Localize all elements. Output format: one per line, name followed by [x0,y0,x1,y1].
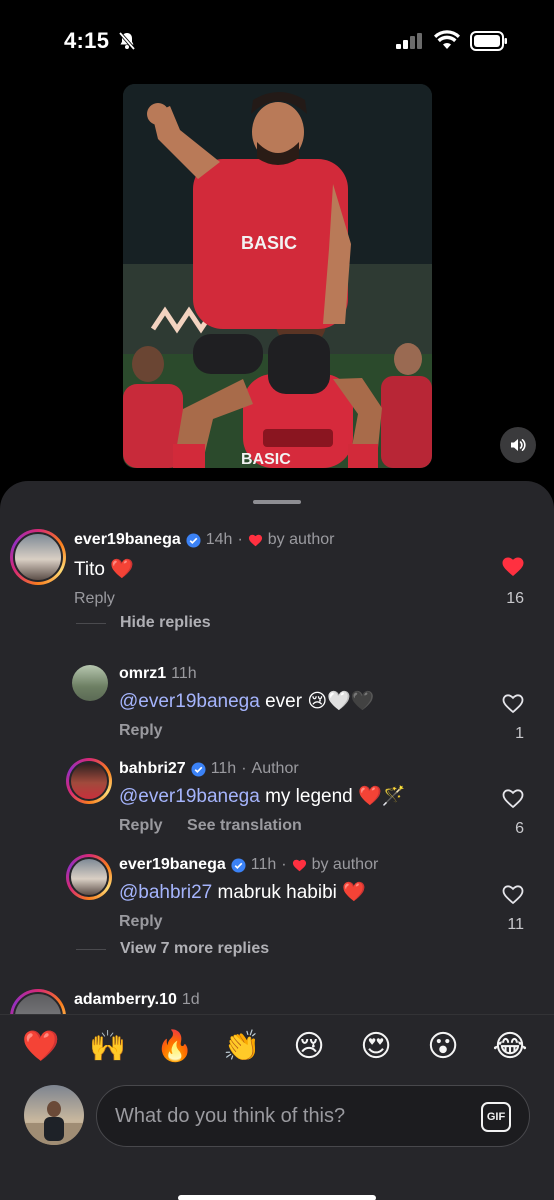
emoji-laughing-button[interactable]: 😂 [490,1029,530,1064]
like-button[interactable] [500,692,526,719]
post-media[interactable]: BASIC BASIC [123,84,432,468]
like-button[interactable] [500,555,526,582]
hide-replies-button[interactable]: Hide replies [120,614,211,632]
mention-link[interactable]: @ever19banega [119,691,260,712]
sound-toggle-button[interactable] [500,427,536,463]
like-button[interactable] [500,883,526,910]
heart-filled-icon [292,859,306,872]
emoji-heart-button[interactable]: ❤️ [21,1029,61,1064]
battery-icon [470,31,507,51]
avatar[interactable] [66,854,112,900]
like-count: 11 [507,916,524,933]
sheet-drag-handle[interactable] [253,500,301,504]
mention-link[interactable]: @bahbri27 [119,882,212,903]
author-like-tag: by author [311,856,379,873]
comment-time: 11h [171,665,197,682]
emoji-clap-button[interactable]: 👏 [222,1029,262,1064]
thread-divider [76,949,106,950]
signal-icon [396,33,422,49]
wifi-icon [434,30,460,49]
comment-time: 1d [181,991,200,1008]
reply-button[interactable]: Reply [119,817,163,834]
author-like-tag: by author [267,531,335,548]
emoji-raised-hands-button[interactable]: 🙌 [88,1029,128,1064]
comment-username[interactable]: ever19banega [74,531,181,549]
comment-input-container: GIF [96,1085,530,1147]
comment-meta: bahbri27 11h · Author [119,760,299,778]
comment-meta: ever19banega 11h · by author [119,856,378,874]
current-user-avatar [24,1085,84,1145]
comment-username[interactable]: omrz1 [119,665,166,683]
emoji-cry-button[interactable]: 😢 [289,1029,329,1064]
comment-text: @bahbri27 mabruk habibi ❤️ [119,880,366,904]
comment-meta: ever19banega 14h · by author [74,531,334,549]
like-button[interactable] [500,787,526,814]
comment-body: mabruk habibi ❤️ [212,882,366,903]
comment-actions: Reply [119,913,183,931]
comment-time: 14h [205,531,233,548]
comment-actions: Reply [119,722,183,740]
meta-separator: · [237,531,243,548]
speaker-icon [511,439,526,451]
avatar[interactable] [72,665,108,701]
meta-separator: · [281,856,287,873]
comment-body: my legend ❤️🪄 [259,786,406,807]
svg-text:BASIC: BASIC [241,451,291,468]
status-time: 4:15 [64,28,110,53]
comment-username[interactable]: ever19banega [119,856,226,874]
comment-time: 11h [250,856,277,873]
reply-button[interactable]: Reply [119,913,163,930]
reply-button[interactable]: Reply [119,722,163,739]
like-count: 16 [506,590,524,607]
heart-outline-icon [502,789,524,809]
comment-body: ever 😢🤍🖤 [259,691,375,712]
author-tag: Author [251,760,299,777]
comment-text: @ever19banega my legend ❤️🪄 [119,784,405,808]
see-translation-button[interactable]: See translation [187,817,302,834]
heart-outline-icon [502,694,524,714]
comment-actions: Reply See translation [119,817,322,835]
reply-button[interactable]: Reply [74,590,115,607]
current-user-photo-image [24,1101,84,1145]
status-bar: 4:15 [0,0,554,84]
meta-separator: · [241,760,247,777]
emoji-fire-button[interactable]: 🔥 [155,1029,195,1064]
comment-text: Tito ❤️ [74,559,134,580]
heart-outline-icon [502,885,524,905]
svg-text:BASIC: BASIC [241,233,297,253]
emoji-heart-eyes-button[interactable]: 😍 [356,1029,396,1064]
verified-badge-icon [186,532,201,548]
comment-username[interactable]: bahbri27 [119,760,186,778]
thread-divider [76,623,106,624]
avatar[interactable] [66,758,112,804]
like-count: 6 [515,820,524,837]
comment-meta: adamberry.10 1d [74,991,200,1009]
verified-badge-icon [231,857,246,873]
verified-badge-icon [191,761,206,777]
comment-input[interactable] [115,1086,475,1146]
comment-actions: Reply [74,590,135,608]
like-count: 1 [515,725,524,742]
gif-button[interactable]: GIF [481,1102,511,1132]
view-more-replies-button[interactable]: View 7 more replies [120,940,269,958]
composer-area: ❤️ 🙌 🔥 👏 😢 😍 😮 😂 GIF [0,1014,554,1200]
bell-muted-icon [118,31,136,51]
comment-meta: omrz1 11h [119,665,197,683]
home-indicator[interactable] [178,1195,376,1200]
avatar[interactable] [10,529,66,585]
post-photo-image: BASIC BASIC [123,84,432,468]
emoji-surprised-button[interactable]: 😮 [423,1029,463,1064]
mention-link[interactable]: @ever19banega [119,786,260,807]
comment-text: @ever19banega ever 😢🤍🖤 [119,689,374,713]
comment-time: 11h [210,760,237,777]
comment-username[interactable]: adamberry.10 [74,991,177,1009]
heart-filled-icon [248,534,262,547]
heart-filled-icon [502,557,524,576]
